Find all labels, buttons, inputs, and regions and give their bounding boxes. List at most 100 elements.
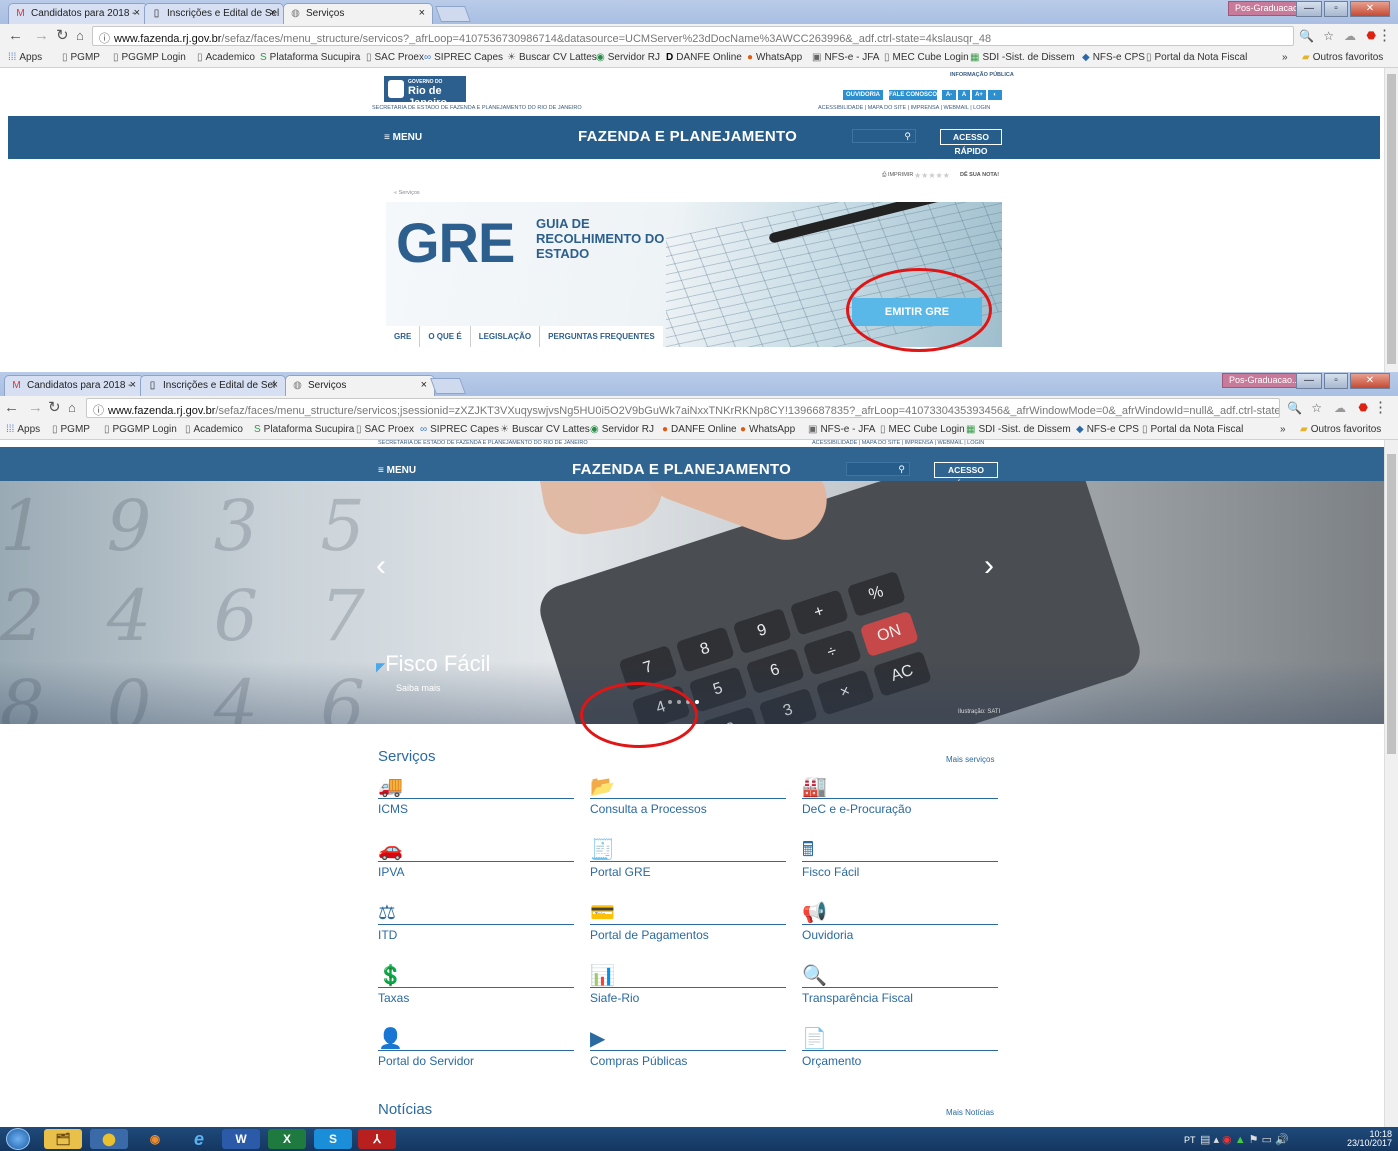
service-item[interactable]: 📊 Siafe-Rio [590, 965, 786, 1005]
zoom-icon[interactable]: 🔍 [1299, 28, 1314, 44]
chrome-menu-icon[interactable]: ⋮ [1373, 400, 1388, 416]
scrollbar[interactable] [1384, 68, 1398, 372]
maximize-button[interactable]: ▫ [1324, 1, 1348, 17]
bookmark[interactable]: ▯ PGGMP Login [113, 52, 186, 63]
bookmark[interactable]: ▦ SDI -Sist. de Dissem [966, 424, 1071, 435]
new-tab-button[interactable] [435, 6, 471, 22]
excel-taskbar-button[interactable]: X [268, 1129, 306, 1149]
bookmark[interactable]: ▯ Portal da Nota Fiscal [1142, 424, 1243, 435]
bookmark[interactable]: ◉ Servidor RJ [590, 424, 654, 435]
bookmark[interactable]: ◉ Servidor RJ [596, 52, 660, 63]
saiba-mais-link[interactable]: Saiba mais [396, 683, 441, 693]
tab-gmail[interactable]: M Candidatos para 2018 - × [8, 3, 148, 24]
close-tab-icon[interactable]: × [270, 7, 276, 19]
close-window-button[interactable]: ✕ [1350, 373, 1390, 389]
service-item[interactable]: 👤 Portal do Servidor [378, 1028, 574, 1068]
explorer-taskbar-button[interactable]: 🗂 [44, 1129, 82, 1149]
contrast-button[interactable]: ◐ [988, 90, 1002, 100]
chrome-taskbar-button[interactable]: ⬤ [90, 1129, 128, 1149]
bookmark-apps[interactable]: ⁞⁞⁞ Apps [8, 52, 42, 63]
star-icon[interactable]: ☆ [1323, 28, 1334, 44]
acesso-rapido-button[interactable]: ACESSO RÁPIDO [934, 462, 998, 489]
back-icon[interactable]: ← [4, 400, 19, 416]
bookmark[interactable]: S Plataforma Sucupira [260, 52, 360, 63]
carousel-prev-icon[interactable]: ‹ [376, 549, 386, 583]
maximize-button[interactable]: ▫ [1324, 373, 1348, 389]
scrollbar[interactable] [1384, 440, 1398, 1127]
search-input[interactable]: ⚲ [852, 129, 916, 143]
bookmark[interactable]: ◆ NFS-e CPS [1082, 52, 1145, 63]
bookmark[interactable]: ∞ SIPREC Capes [424, 52, 503, 63]
rating-stars[interactable]: ★★★★★ [914, 171, 950, 180]
header-links[interactable]: ACESSIBILIDADE | MAPA DO SITE | IMPRENSA… [818, 105, 990, 111]
tab-o-que-e[interactable]: O QUE É [420, 326, 471, 347]
bookmark[interactable]: ▣ NFS-e - JFA [812, 52, 879, 63]
home-icon[interactable]: ⌂ [76, 28, 84, 44]
font-reset-button[interactable]: A [958, 90, 970, 100]
carousel-dot-active[interactable] [695, 700, 699, 704]
bookmark[interactable]: ◆ NFS-e CPS [1076, 424, 1139, 435]
tab-gre[interactable]: GRE [386, 326, 421, 347]
bookmark[interactable]: ▯ PGGMP Login [104, 424, 177, 435]
skype-taskbar-button[interactable]: S [314, 1129, 352, 1149]
minimize-button[interactable]: — [1296, 373, 1322, 389]
tab-gmail[interactable]: M Candidatos para 2018 - × [4, 375, 144, 396]
bookmark[interactable]: ▦ SDI -Sist. de Dissem [970, 52, 1075, 63]
close-tab-icon[interactable]: × [130, 379, 136, 391]
tray-icons[interactable]: ▤ ▴ ◉ ▲ ⚑ ▭ 🔊 [1200, 1133, 1289, 1146]
bookmark[interactable]: ● DANFE Online [662, 424, 737, 435]
clock[interactable]: 10:18 23/10/2017 [1347, 1130, 1392, 1148]
font-decrease-button[interactable]: A- [942, 90, 956, 100]
back-icon[interactable]: ← [8, 28, 23, 44]
bookmark[interactable]: ∞ SIPREC Capes [420, 424, 499, 435]
bookmarks-overflow[interactable]: » [1280, 424, 1286, 435]
tab-servicos[interactable]: ◍ Serviços × [285, 375, 435, 396]
font-increase-button[interactable]: A+ [972, 90, 986, 100]
service-item[interactable]: 🔍 Transparência Fiscal [802, 965, 998, 1005]
menu-button[interactable]: ≡ MENU [384, 132, 422, 143]
bookmark[interactable]: ▯ Academico [197, 52, 255, 63]
zoom-icon[interactable]: 🔍 [1287, 400, 1302, 416]
rio-logo[interactable]: GOVERNO DO Rio de Janeiro [384, 76, 466, 109]
bookmark[interactable]: ▯ Academico [185, 424, 243, 435]
close-tab-icon[interactable]: × [419, 7, 425, 19]
tab-servicos[interactable]: ◍ Serviços × [283, 3, 433, 24]
url-input[interactable]: ⓘ www.fazenda.rj.gov.br/sefaz/faces/menu_… [92, 26, 1294, 46]
tab-legislacao[interactable]: LEGISLAÇÃO [471, 326, 541, 347]
header-links[interactable]: ACESSIBILIDADE | MAPA DO SITE | IMPRENSA… [812, 440, 984, 446]
carousel-next-icon[interactable]: › [984, 549, 994, 583]
chrome-menu-icon[interactable]: ⋮ [1377, 28, 1392, 44]
home-icon[interactable]: ⌂ [68, 400, 76, 416]
service-item[interactable]: 💲 Taxas [378, 965, 574, 1005]
bookmark[interactable]: ☀ Buscar CV Lattes [507, 52, 597, 63]
start-button[interactable] [6, 1128, 30, 1150]
new-tab-button[interactable] [430, 378, 466, 394]
bookmark[interactable]: ▯ SAC Proex [366, 52, 424, 63]
acesso-rapido-button[interactable]: ACESSO RÁPIDO [940, 129, 1002, 156]
bookmark[interactable]: ▯ Portal da Nota Fiscal [1146, 52, 1247, 63]
bookmark[interactable]: ● WhatsApp [747, 52, 802, 63]
adblock-icon[interactable]: ⬣ [1366, 28, 1376, 44]
bookmark[interactable]: ▯ MEC Cube Login [884, 52, 969, 63]
bookmark[interactable]: ▯ SAC Proex [356, 424, 414, 435]
service-item[interactable]: 💳 Portal de Pagamentos [590, 902, 786, 942]
bookmark-other[interactable]: ▰ Outros favoritos [1302, 52, 1383, 63]
language-indicator[interactable]: PT [1184, 1135, 1196, 1145]
print-link[interactable]: ⎙ IMPRIMIR [882, 172, 913, 179]
search-icon[interactable]: ⚲ [898, 464, 905, 474]
bookmark[interactable]: D DANFE Online [666, 52, 742, 63]
bookmark[interactable]: S Plataforma Sucupira [254, 424, 354, 435]
mais-noticias-link[interactable]: Mais Notícias [946, 1108, 994, 1117]
profile-badge[interactable]: Pos-Graduacao... [1222, 373, 1307, 388]
bookmark[interactable]: ● WhatsApp [740, 424, 795, 435]
reload-icon[interactable]: ↻ [48, 400, 61, 416]
url-input[interactable]: ⓘ www.fazenda.rj.gov.br/sefaz/faces/menu_… [86, 398, 1280, 418]
tab-inscricoes[interactable]: ▯ Inscrições e Edital de Sel × [140, 375, 286, 396]
tab-perguntas[interactable]: PERGUNTAS FREQUENTES [540, 326, 663, 347]
bookmarks-overflow[interactable]: » [1282, 52, 1288, 63]
menu-button[interactable]: ≡ MENU [378, 465, 416, 476]
service-item[interactable]: 📄 Orçamento [802, 1028, 998, 1068]
service-item[interactable]: 🚚 ICMS [378, 776, 574, 816]
minimize-button[interactable]: — [1296, 1, 1322, 17]
close-window-button[interactable]: ✕ [1350, 1, 1390, 17]
